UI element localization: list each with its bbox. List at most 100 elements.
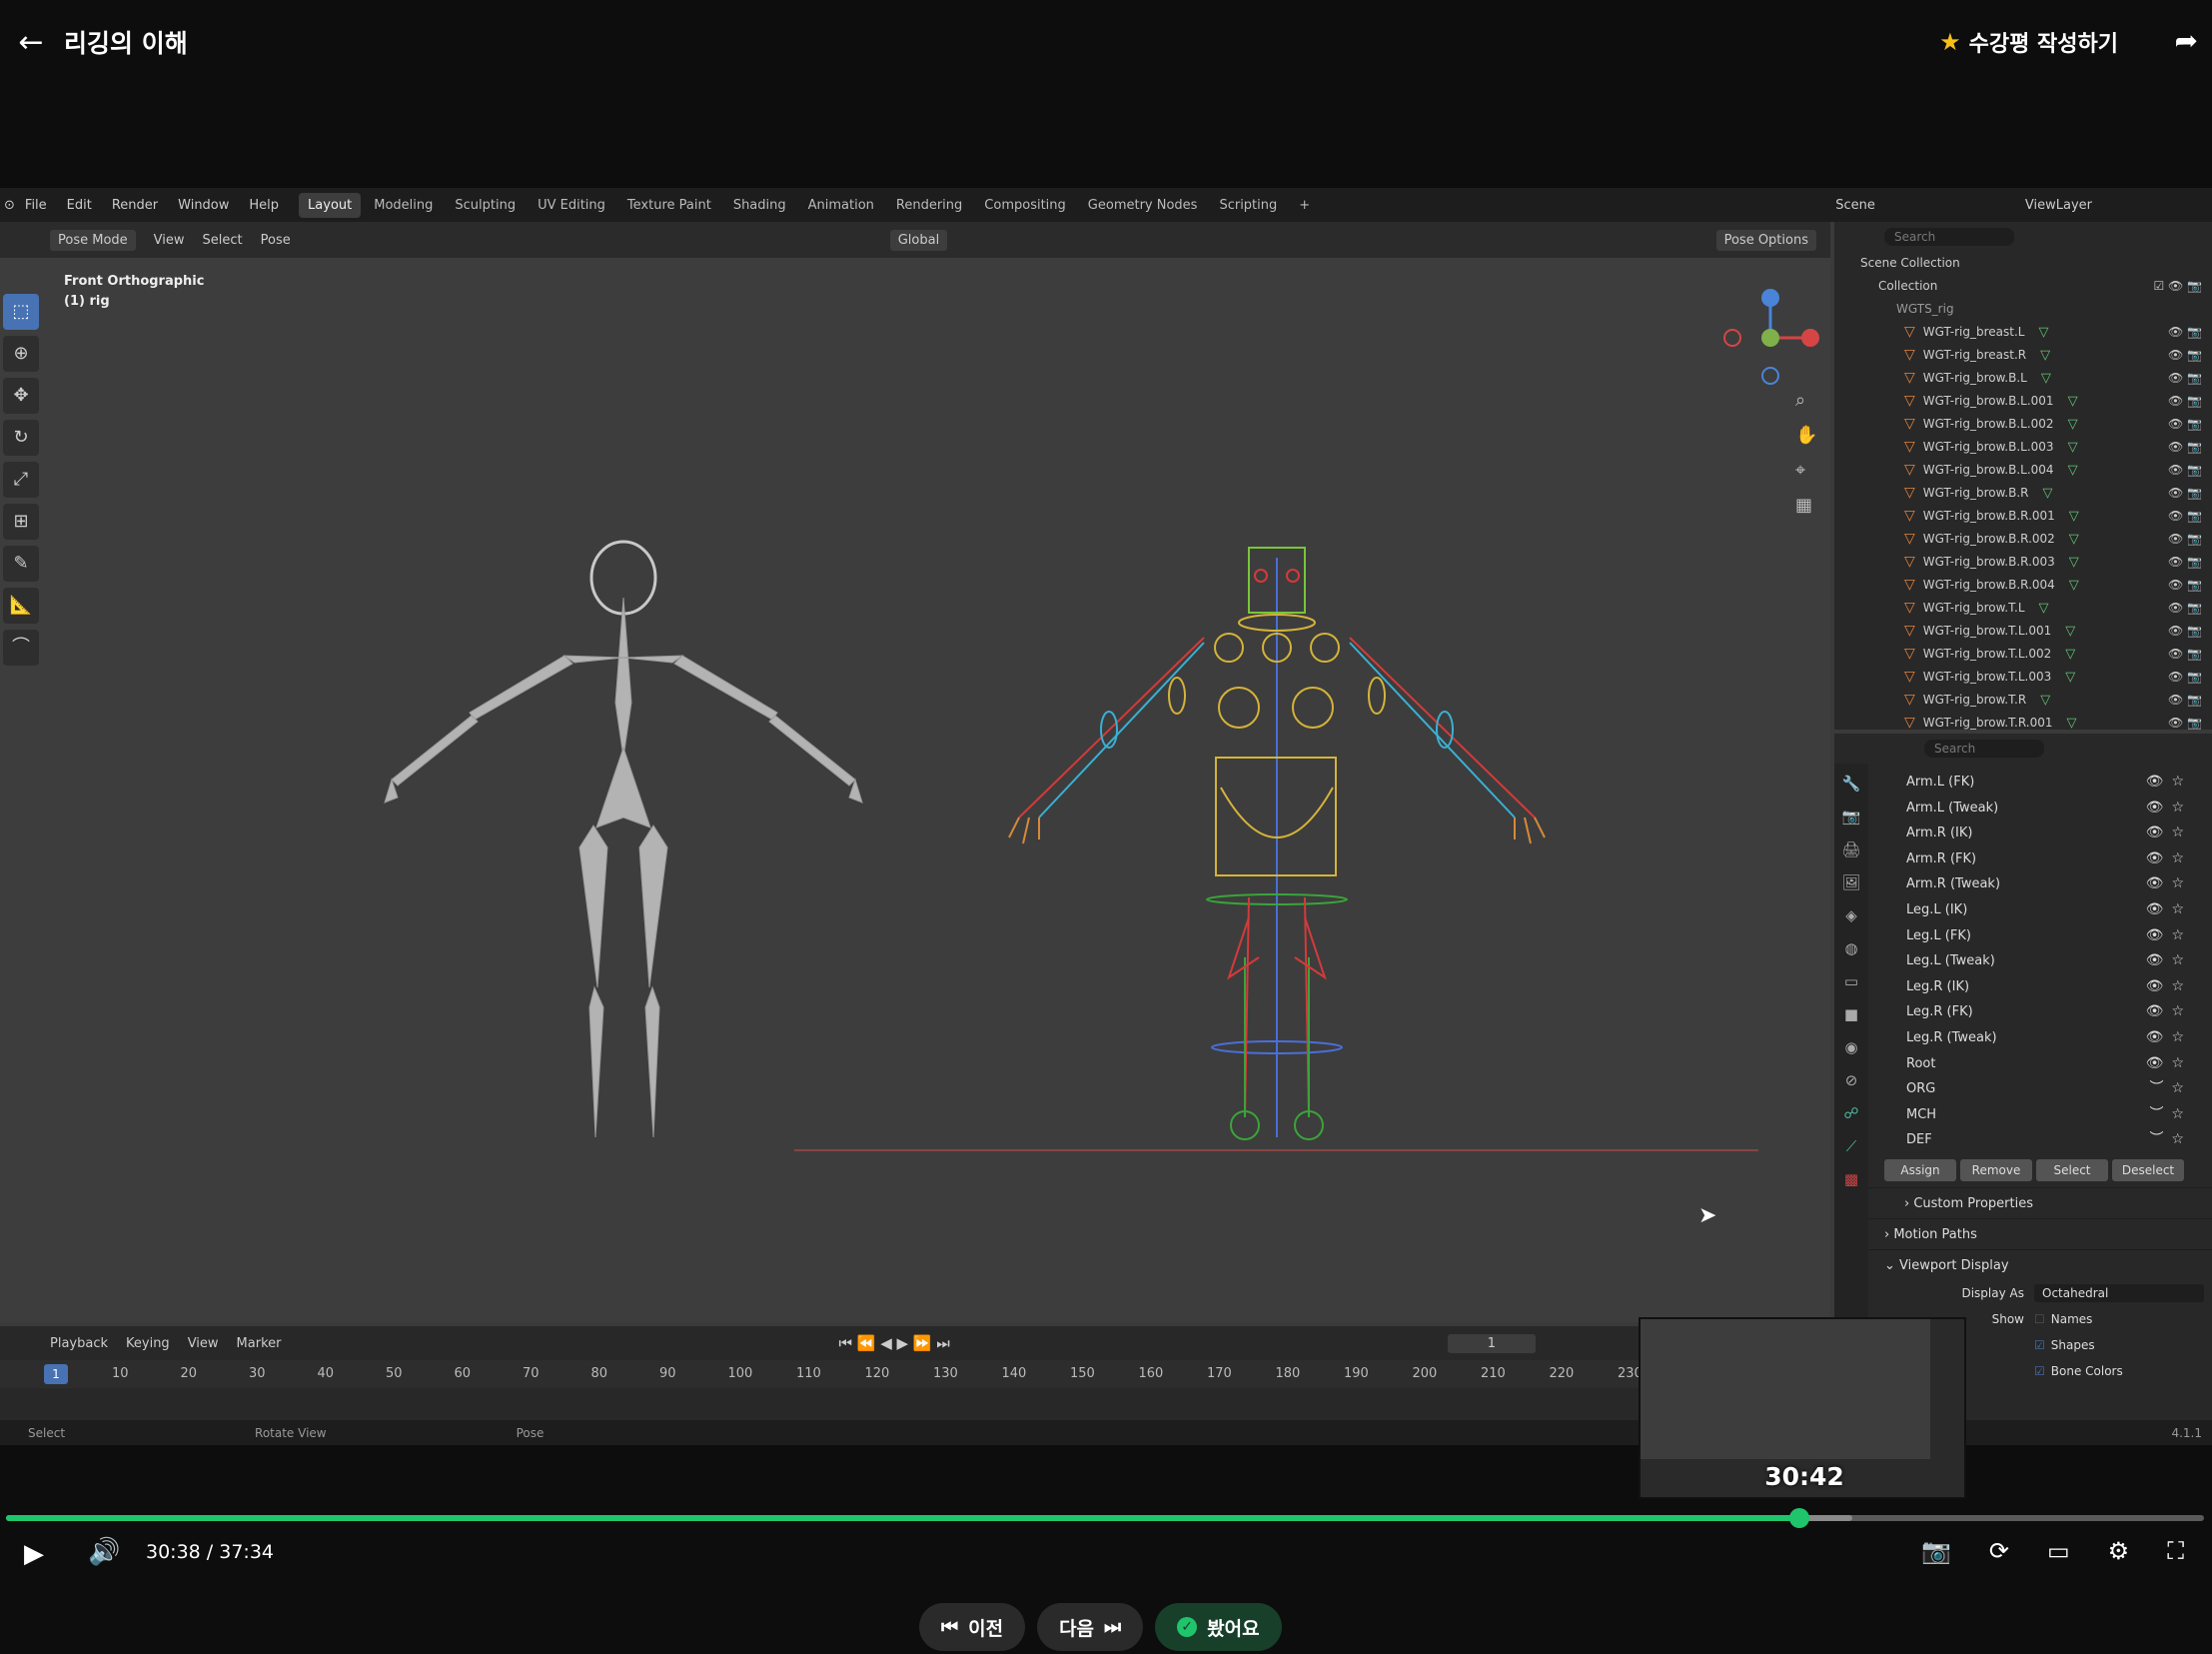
share-icon[interactable]: ➦ [2175, 24, 2198, 57]
play-icon[interactable]: ▶ [24, 1539, 44, 1569]
frame-tick: 60 [454, 1366, 472, 1381]
view-layer-tab-icon: 🖼 [1841, 873, 1861, 891]
ws-sculpting: Sculpting [455, 197, 517, 213]
ws-uv-editing: UV Editing [538, 197, 605, 213]
frame-tick: 90 [659, 1366, 676, 1381]
subtitles-icon[interactable]: ▭ [2047, 1537, 2070, 1565]
seen-button[interactable]: ✓ 봤어요 [1155, 1603, 1282, 1651]
wgts-collection-row: WGTS_rig [1896, 302, 1954, 316]
outliner-item: ▽ WGT-rig_brow.T.L.001 ▽ 👁 📷 [1834, 620, 2212, 643]
visibility-icons: 👁 📷 [2168, 601, 2202, 615]
mesh-icon: ▽ [1904, 324, 1915, 340]
navigation-gizmo [1723, 289, 1819, 385]
metarig-skeleton [384, 540, 863, 1138]
eye-closed-icon: ︶☆ [2149, 1080, 2192, 1097]
vp-menu-view: View [153, 232, 185, 248]
mesh-icon: ▽ [1904, 577, 1915, 593]
render-tab-icon: 📷 [1841, 808, 1861, 826]
bone-collection-row: Leg.L (IK) 👁☆ [1834, 897, 2212, 923]
outliner-item: ▽ WGT-rig_brow.B.R.004 ▽ 👁 📷 [1834, 574, 2212, 597]
outliner-item: ▽ WGT-rig_brow.B.L.004 ▽ 👁 📷 [1834, 459, 2212, 482]
lecture-title: 리깅의 이해 [64, 29, 188, 58]
mesh-icon: ▽ [1904, 485, 1915, 501]
star-icon: ★ [1939, 28, 1961, 56]
mesh-icon: ▽ [1904, 623, 1915, 639]
scene-collection-row: Scene Collection [1860, 256, 1960, 270]
eye-closed-icon: ︶☆ [2149, 1131, 2192, 1148]
frame-tick: 110 [796, 1366, 821, 1381]
menu-render: Render [111, 197, 159, 213]
mesh-icon: ▽ [1904, 715, 1915, 731]
eye-closed-icon: ︶☆ [2149, 1105, 2192, 1122]
frame-tick: 210 [1481, 1366, 1506, 1381]
mesh-data-icon: ▽ [2040, 348, 2051, 363]
ws-texture-paint: Texture Paint [626, 197, 711, 213]
vp-menu-pose: Pose [260, 232, 291, 248]
tool-tab-icon: 🔧 [1841, 775, 1861, 793]
playhead: 1 [44, 1364, 68, 1384]
frame-tick: 80 [590, 1366, 608, 1381]
next-button[interactable]: 다음 ⏭ [1037, 1603, 1144, 1651]
eye-icon: 👁☆ [2145, 1028, 2192, 1045]
outliner-item: ▽ WGT-rig_breast.R ▽ 👁 📷 [1834, 344, 2212, 367]
seek-bar[interactable] [6, 1508, 2204, 1528]
video-frame[interactable]: ⊙ File Edit Render Window Help Layout Mo… [0, 188, 2212, 1445]
bone-collection-row: Leg.R (Tweak) 👁☆ [1834, 1025, 2212, 1051]
mesh-icon: ▽ [1904, 393, 1915, 409]
frame-tick: 200 [1412, 1366, 1438, 1381]
screenshot-icon[interactable]: 📷 [1921, 1537, 1951, 1565]
back-arrow-icon[interactable]: ← [14, 26, 48, 60]
ws-add: + [1299, 197, 1311, 213]
seek-handle[interactable] [1788, 1508, 1809, 1528]
mesh-data-icon: ▽ [2067, 417, 2078, 432]
visibility-icons: 👁 📷 [2168, 578, 2202, 592]
blender-version: 4.1.1 [2171, 1425, 2202, 1440]
top-bar: ← 리깅의 이해 ★ 수강평 작성하기 ➦ [0, 0, 2212, 86]
outliner-item: ▽ WGT-rig_brow.B.L.001 ▽ 👁 📷 [1834, 390, 2212, 413]
bone-collection-row: DEF ︶☆ [1834, 1127, 2212, 1153]
ws-animation: Animation [807, 197, 874, 213]
display-as-label: Display As [1961, 1285, 2024, 1300]
prev-button[interactable]: ⏮ 이전 [919, 1603, 1026, 1651]
visibility-icons: 👁 📷 [2168, 647, 2202, 661]
visibility-icons: 👁 📷 [2168, 394, 2202, 408]
playback-controls: ⏮ ⏪ ◀ ▶ ⏩ ⏭ [838, 1334, 950, 1352]
world-tab-icon: ◍ [1844, 939, 1858, 957]
mesh-icon: ▽ [1904, 508, 1915, 524]
status-select: Select [28, 1425, 66, 1440]
settings-icon[interactable]: ⚙ [2108, 1537, 2130, 1565]
volume-icon[interactable]: 🔊 [88, 1537, 120, 1567]
outliner-item: ▽ WGT-rig_brow.T.L ▽ 👁 📷 [1834, 597, 2212, 620]
timeline-playback: Playback [50, 1335, 109, 1351]
frame-tick: 50 [386, 1366, 403, 1381]
bone-collection-row: Leg.L (Tweak) 👁☆ [1834, 948, 2212, 974]
mesh-data-icon: ▽ [2038, 325, 2049, 340]
visibility-icons: ☑ 👁 📷 [2153, 279, 2202, 293]
ws-rendering: Rendering [895, 197, 963, 213]
mesh-icon: ▽ [1904, 646, 1915, 662]
eye-icon: 👁☆ [2145, 900, 2192, 917]
svg-text:✋: ✋ [1795, 424, 1817, 446]
speed-icon[interactable]: ⟳ [1989, 1537, 2009, 1565]
visibility-icons: 👁 📷 [2168, 555, 2202, 569]
fullscreen-icon[interactable]: ⛶ [2167, 1537, 2184, 1565]
ws-compositing: Compositing [984, 197, 1066, 213]
workspace-tabs: Layout Modeling Sculpting UV Editing Tex… [299, 188, 1323, 222]
visibility-icons: 👁 📷 [2168, 532, 2202, 546]
viewport-display-panel: ⌄ Viewport Display [1834, 1248, 2212, 1280]
menu-file: File [24, 197, 47, 213]
visibility-icons: 👁 📷 [2168, 716, 2202, 730]
frame-tick: 190 [1344, 1366, 1369, 1381]
bone-colors-checkbox: Bone Colors [2050, 1363, 2123, 1378]
visibility-icons: 👁 📷 [2168, 486, 2202, 500]
outliner-item: ▽ WGT-rig_brow.B.R ▽ 👁 📷 [1834, 482, 2212, 505]
bone-collection-row: Leg.R (IK) 👁☆ [1834, 974, 2212, 1000]
mesh-data-icon: ▽ [2040, 693, 2051, 708]
bone-collection-row: Root 👁☆ [1834, 1051, 2212, 1077]
viewport-scene: ⌕ ✋ ⌖ ▦ ➤ [384, 289, 1819, 1228]
bone-collection-row: Leg.L (FK) 👁☆ [1834, 923, 2212, 949]
names-checkbox: Names [2050, 1311, 2093, 1326]
write-review-button[interactable]: ★ 수강평 작성하기 [1939, 26, 2118, 58]
frame-ruler: 1 10 20 30 40 50 60 70 80 90 100 110 120 130 140 150 16… [0, 1360, 1643, 1388]
properties-search: Search [1924, 740, 2044, 758]
